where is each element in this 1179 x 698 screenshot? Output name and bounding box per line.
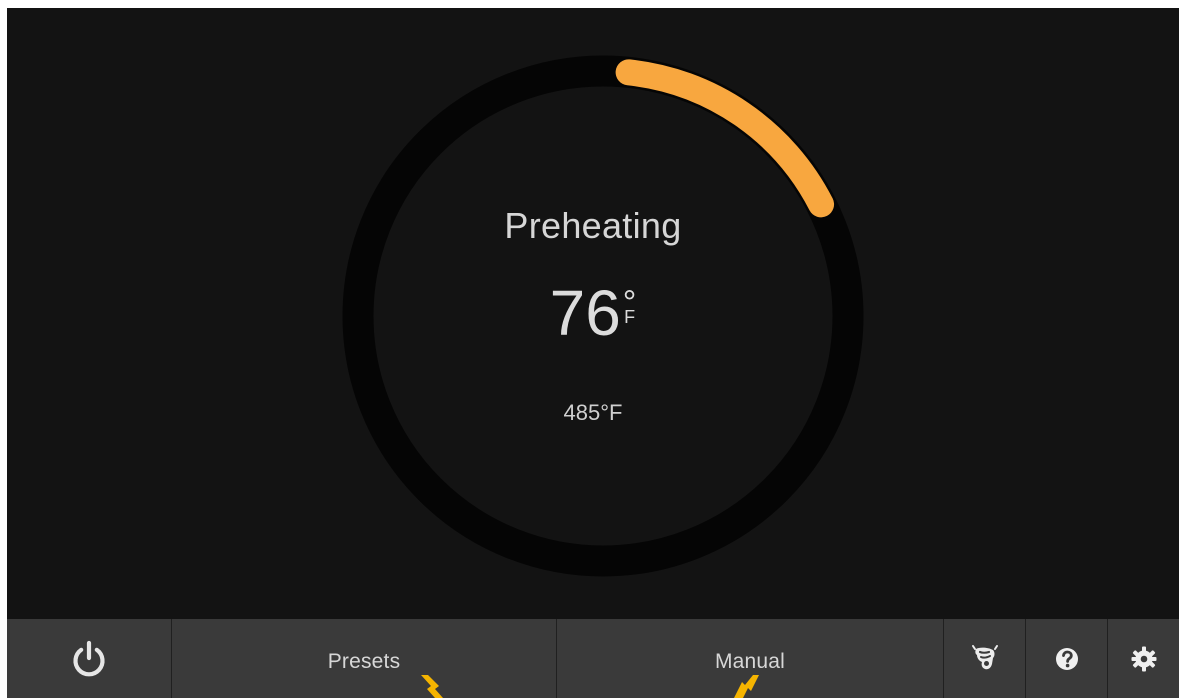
probe-icon — [970, 644, 1000, 674]
oven-control-screen: Preheating 76 ° F 485°F Presets Manual — [7, 8, 1179, 698]
presets-label: Presets — [327, 649, 401, 673]
temperature-unit: ° F — [623, 278, 637, 326]
main-display: Preheating 76 ° F 485°F — [7, 8, 1179, 619]
help-icon — [1053, 645, 1081, 673]
power-button[interactable] — [7, 619, 172, 698]
gear-icon — [1130, 645, 1158, 673]
manual-tab[interactable]: Manual — [557, 619, 944, 698]
probe-button[interactable] — [944, 619, 1026, 698]
unit-letter: F — [624, 307, 636, 327]
presets-tab[interactable]: Presets — [172, 619, 557, 698]
settings-button[interactable] — [1108, 619, 1179, 698]
current-temperature-value: 76 — [549, 277, 621, 349]
power-icon — [68, 638, 110, 680]
bottom-toolbar: Presets Manual — [7, 619, 1179, 698]
target-temperature: 485°F — [563, 400, 623, 425]
status-label: Preheating — [504, 205, 682, 246]
help-button[interactable] — [1026, 619, 1108, 698]
manual-label: Manual — [714, 649, 786, 673]
current-temperature: 76 ° F — [7, 277, 1179, 349]
